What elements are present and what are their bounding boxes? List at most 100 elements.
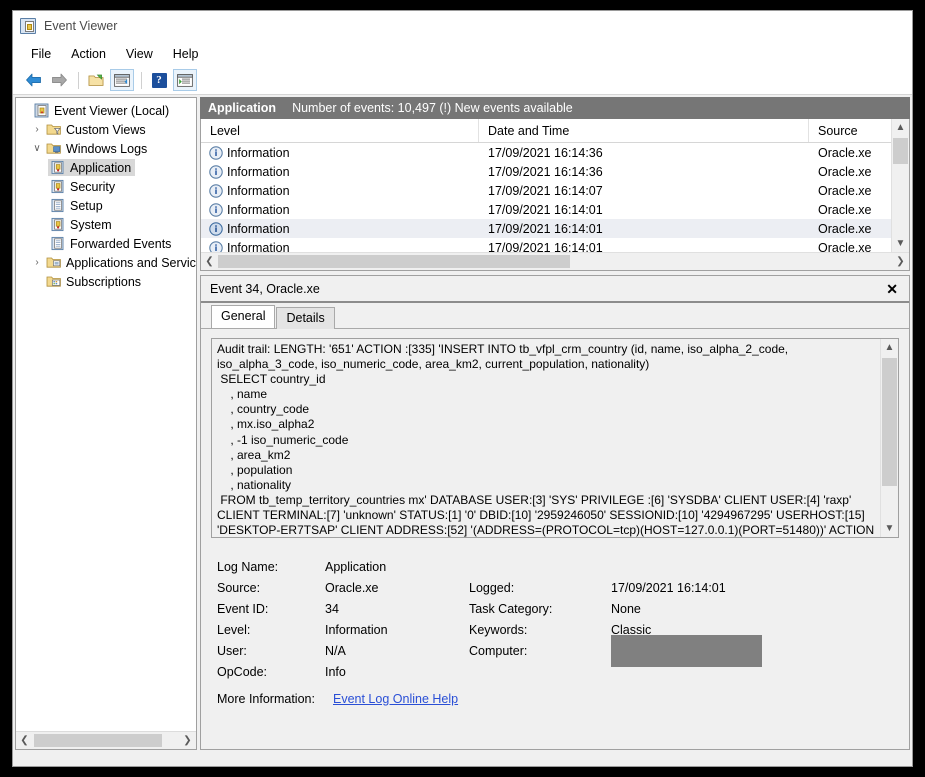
column-headers: Level Date and Time Source xyxy=(201,119,891,143)
sidebar-item-setup[interactable]: Setup xyxy=(16,196,196,215)
right-pane: Application Number of events: 10,497 (!)… xyxy=(200,97,910,750)
event-list-vertical-scrollbar[interactable]: ▲ ▼ xyxy=(891,119,909,252)
forward-button[interactable] xyxy=(47,69,71,91)
show-hide-action-pane-button[interactable] xyxy=(173,69,197,91)
sidebar-item-event-viewer-local[interactable]: Event Viewer (Local) xyxy=(16,101,196,120)
event-description-box: Audit trail: LENGTH: '651' ACTION :[335]… xyxy=(211,338,899,538)
sidebar-item-subscriptions[interactable]: Subscriptions xyxy=(16,272,196,291)
scroll-down-icon[interactable]: ▼ xyxy=(892,235,909,252)
column-header-level[interactable]: Level xyxy=(201,119,479,142)
back-button[interactable] xyxy=(21,69,45,91)
tree-chevron-right-icon[interactable]: › xyxy=(30,124,44,135)
event-log-online-help-link[interactable]: Event Log Online Help xyxy=(333,692,458,706)
help-button[interactable]: ? xyxy=(147,69,171,91)
log-icon xyxy=(51,236,64,251)
properties-right-column: Logged: 17/09/2021 16:14:01 Task Categor… xyxy=(469,556,899,682)
status-bar xyxy=(13,752,912,766)
information-icon xyxy=(209,221,223,236)
tab-details[interactable]: Details xyxy=(276,307,335,329)
scroll-thumb[interactable] xyxy=(34,734,162,747)
property-value: Oracle.xe xyxy=(325,580,379,595)
menu-file[interactable]: File xyxy=(31,45,61,63)
property-value: None xyxy=(611,601,641,616)
property-label: User: xyxy=(217,643,247,658)
table-row[interactable]: Information 17/09/2021 16:14:07 Oracle.x… xyxy=(201,181,891,200)
cell-datetime: 17/09/2021 16:14:36 xyxy=(488,145,603,160)
scroll-right-icon[interactable]: ❯ xyxy=(179,733,196,748)
tree-chevron-right-icon[interactable]: › xyxy=(30,257,44,268)
sidebar-item-label: Event Viewer (Local) xyxy=(54,103,170,118)
table-row[interactable]: Information 17/09/2021 16:14:01 Oracle.x… xyxy=(201,200,891,219)
menu-action[interactable]: Action xyxy=(71,45,116,63)
close-icon[interactable]: ✕ xyxy=(883,280,901,298)
property-label: Computer: xyxy=(469,643,528,658)
tab-general[interactable]: General xyxy=(211,305,276,328)
table-row[interactable]: Information 17/09/2021 16:14:01 Oracle.x… xyxy=(201,238,891,252)
column-header-source[interactable]: Source xyxy=(809,119,891,142)
column-header-date-and-time[interactable]: Date and Time xyxy=(479,119,809,142)
scroll-up-icon[interactable]: ▲ xyxy=(892,119,909,136)
property-computer: Computer: xyxy=(469,634,899,667)
event-list: Level Date and Time Source Information 1… xyxy=(200,119,910,271)
console-tree: Event Viewer (Local) › Custom Views ∨ Wi… xyxy=(15,97,197,750)
scroll-track[interactable] xyxy=(218,254,892,269)
sidebar-item-security[interactable]: Security xyxy=(16,177,196,196)
show-hide-tree-icon xyxy=(114,73,130,87)
open-folder-button[interactable] xyxy=(84,69,108,91)
scroll-left-icon[interactable]: ❮ xyxy=(201,254,218,269)
log-warning-icon xyxy=(51,179,64,194)
property-event-id: Event ID: 34 xyxy=(217,598,469,619)
toolbar-separator-2 xyxy=(141,71,142,89)
scroll-thumb[interactable] xyxy=(893,138,908,164)
cell-datetime: 17/09/2021 16:14:36 xyxy=(488,164,603,179)
tree-list: Event Viewer (Local) › Custom Views ∨ Wi… xyxy=(16,98,196,731)
toolbar: ? xyxy=(13,66,912,95)
sidebar-item-forwarded-events[interactable]: Forwarded Events xyxy=(16,234,196,253)
event-list-horizontal-scrollbar[interactable]: ❮ ❯ xyxy=(201,252,909,270)
scroll-thumb[interactable] xyxy=(882,358,897,486)
more-information-label: More Information: xyxy=(217,691,315,706)
scroll-track[interactable] xyxy=(892,136,909,235)
tab-panel-general: Audit trail: LENGTH: '651' ACTION :[335]… xyxy=(201,328,909,749)
table-row[interactable]: Information 17/09/2021 16:14:36 Oracle.x… xyxy=(201,143,891,162)
description-vertical-scrollbar[interactable]: ▲ ▼ xyxy=(880,339,898,537)
window-title: Event Viewer xyxy=(44,19,118,33)
information-icon xyxy=(209,183,223,198)
scroll-left-icon[interactable]: ❮ xyxy=(16,733,33,748)
scroll-track[interactable] xyxy=(33,733,179,748)
sidebar-item-label: Applications and Service xyxy=(66,255,196,270)
sidebar-item-applications-and-services[interactable]: › Applications and Service xyxy=(16,253,196,272)
event-detail-header: Event 34, Oracle.xe ✕ xyxy=(201,276,909,303)
property-label: Event ID: xyxy=(217,601,269,616)
information-icon xyxy=(209,240,223,252)
cell-level: Information xyxy=(227,164,290,179)
pane-header-subtitle: Number of events: 10,497 (!) New events … xyxy=(292,101,573,115)
sidebar-item-application[interactable]: Application xyxy=(16,158,196,177)
scroll-thumb[interactable] xyxy=(218,255,570,268)
property-label: Keywords: xyxy=(469,622,528,637)
pane-header-title: Application xyxy=(208,101,277,115)
cell-datetime: 17/09/2021 16:14:01 xyxy=(488,240,603,253)
sidebar-item-custom-views[interactable]: › Custom Views xyxy=(16,120,196,139)
cell-source: Oracle.xe xyxy=(818,240,872,253)
event-detail-panel: Event 34, Oracle.xe ✕ General Details Au… xyxy=(200,275,910,750)
redacted-computer-value xyxy=(611,634,762,667)
menu-view[interactable]: View xyxy=(126,45,163,63)
event-viewer-window: Event Viewer File Action View Help ? Eve… xyxy=(12,10,913,767)
menu-help[interactable]: Help xyxy=(173,45,209,63)
scroll-right-icon[interactable]: ❯ xyxy=(892,254,909,269)
show-hide-tree-button[interactable] xyxy=(110,69,134,91)
sidebar-item-system[interactable]: System xyxy=(16,215,196,234)
property-logged: Logged: 17/09/2021 16:14:01 xyxy=(469,577,899,598)
table-row[interactable]: Information 17/09/2021 16:14:36 Oracle.x… xyxy=(201,162,891,181)
sidebar-item-windows-logs[interactable]: ∨ Windows Logs xyxy=(16,139,196,158)
folder-logs-icon xyxy=(46,143,61,154)
table-row[interactable]: Information 17/09/2021 16:14:01 Oracle.x… xyxy=(201,219,891,238)
scroll-up-icon[interactable]: ▲ xyxy=(881,339,898,356)
tree-chevron-down-icon[interactable]: ∨ xyxy=(30,143,44,154)
sidebar-horizontal-scrollbar[interactable]: ❮ ❯ xyxy=(16,731,196,749)
scroll-down-icon[interactable]: ▼ xyxy=(881,520,898,537)
scroll-track[interactable] xyxy=(881,356,898,520)
information-icon xyxy=(209,164,223,179)
sidebar-item-label: Forwarded Events xyxy=(70,236,172,251)
